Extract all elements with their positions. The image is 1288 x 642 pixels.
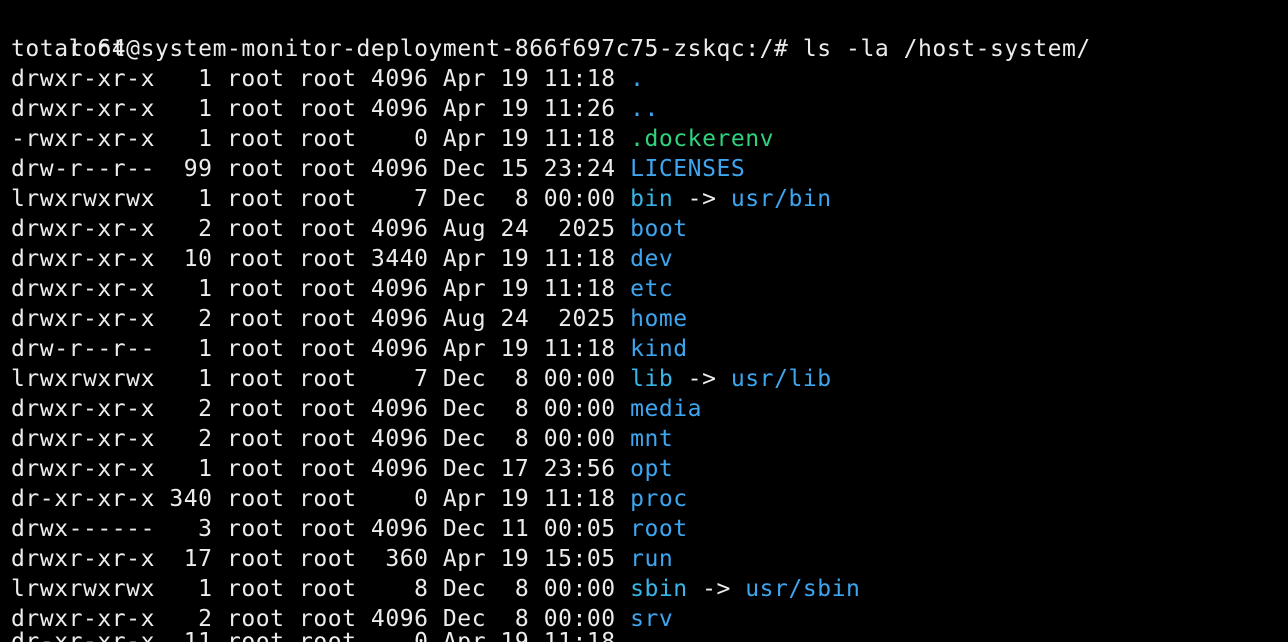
listing-row: lrwxrwxrwx 1 root root 7 Dec 8 00:00 bin… (11, 184, 832, 214)
listing-metadata: drwxr-xr-x 2 root root 4096 Dec 8 00:00 (11, 426, 631, 452)
listing-row: drwxr-xr-x 10 root root 3440 Apr 19 11:1… (11, 244, 673, 274)
listing-row: drwxr-xr-x 2 root root 4096 Aug 24 2025 … (11, 214, 688, 244)
listing-row: drwxr-xr-x 1 root root 4096 Dec 17 23:56… (11, 454, 673, 484)
listing-metadata: -rwxr-xr-x 1 root root 0 Apr 19 11:18 (11, 126, 631, 152)
directory-name: opt (630, 456, 674, 482)
listing-metadata: dr-xr-xr-x 340 root root 0 Apr 19 11:18 (11, 486, 631, 512)
listing-row: drwxr-xr-x 1 root root 4096 Apr 19 11:26… (11, 94, 659, 124)
listing-metadata: drw-r--r-- 99 root root 4096 Dec 15 23:2… (11, 156, 631, 182)
directory-name: LICENSES (630, 156, 746, 182)
listing-metadata: drwxr-xr-x 2 root root 4096 Dec 8 00:00 (11, 396, 631, 422)
listing-row: dr-xr-xr-x 340 root root 0 Apr 19 11:18 … (11, 484, 688, 514)
listing-row: lrwxrwxrwx 1 root root 8 Dec 8 00:00 sbi… (11, 574, 860, 604)
listing-metadata: drw-r--r-- 1 root root 4096 Apr 19 11:18 (11, 336, 631, 362)
listing-row: drwxr-xr-x 2 root root 4096 Dec 8 00:00 … (11, 424, 673, 454)
total-line: total 64 (11, 36, 127, 62)
partial-listing-line: dr-xr-xr-x 11 root root 0 Apr 19 11:18 (11, 629, 631, 642)
symlink-target: usr/lib (730, 366, 832, 392)
directory-name: boot (630, 216, 688, 242)
directory-name: . (630, 66, 645, 92)
directory-name: media (630, 396, 703, 422)
symlink-arrow: -> (673, 366, 731, 392)
listing-row: drwxr-xr-x 2 root root 4096 Aug 24 2025 … (11, 304, 688, 334)
directory-name: .. (630, 96, 659, 122)
directory-name: dev (630, 246, 674, 272)
listing-metadata: drwxr-xr-x 10 root root 3440 Apr 19 11:1… (11, 246, 631, 272)
directory-name: run (630, 546, 674, 572)
directory-name: proc (630, 486, 688, 512)
file-name: .dockerenv (630, 126, 775, 152)
directory-name: home (630, 306, 688, 332)
listing-row: drwxr-xr-x 2 root root 4096 Dec 8 00:00 … (11, 394, 702, 424)
listing-metadata: lrwxrwxrwx 1 root root 7 Dec 8 00:00 (11, 186, 631, 212)
command-text: ls -la /host-system/ (802, 36, 1091, 62)
listing-row: lrwxrwxrwx 1 root root 7 Dec 8 00:00 lib… (11, 364, 832, 394)
shell-prompt: root@system-monitor-deployment-866f697c7… (68, 36, 803, 62)
listing-metadata: drwxr-xr-x 1 root root 4096 Dec 17 23:56 (11, 456, 631, 482)
listing-row: drw-r--r-- 99 root root 4096 Dec 15 23:2… (11, 154, 745, 184)
symlink-name: bin (630, 186, 674, 212)
directory-name: etc (630, 276, 674, 302)
listing-metadata: drwx------ 3 root root 4096 Dec 11 00:05 (11, 516, 631, 542)
listing-metadata: drwxr-xr-x 17 root root 360 Apr 19 15:05 (11, 546, 631, 572)
symlink-arrow: -> (687, 576, 746, 602)
directory-name: kind (630, 336, 688, 362)
command-line: root@system-monitor-deployment-866f697c7… (11, 4, 1091, 62)
listing-metadata: drwxr-xr-x 1 root root 4096 Apr 19 11:18 (11, 66, 631, 92)
listing-row: -rwxr-xr-x 1 root root 0 Apr 19 11:18 .d… (11, 124, 774, 154)
listing-metadata: lrwxrwxrwx 1 root root 7 Dec 8 00:00 (11, 366, 631, 392)
listing-row: drwxr-xr-x 1 root root 4096 Apr 19 11:18… (11, 64, 644, 94)
directory-name: mnt (630, 426, 674, 452)
listing-metadata: lrwxrwxrwx 1 root root 8 Dec 8 00:00 (11, 576, 631, 602)
directory-name: root (630, 516, 688, 542)
listing-row: drwxr-xr-x 1 root root 4096 Apr 19 11:18… (11, 274, 673, 304)
directory-name: srv (630, 606, 674, 632)
listing-row: drwx------ 3 root root 4096 Dec 11 00:05… (11, 514, 688, 544)
symlink-name: lib (630, 366, 674, 392)
listing-metadata: drwxr-xr-x 1 root root 4096 Apr 19 11:26 (11, 96, 631, 122)
symlink-name: sbin (630, 576, 688, 602)
listing-row: drwxr-xr-x 17 root root 360 Apr 19 15:05… (11, 544, 673, 574)
listing-metadata: drwxr-xr-x 1 root root 4096 Apr 19 11:18 (11, 276, 631, 302)
symlink-target: usr/bin (730, 186, 832, 212)
listing-metadata: drwxr-xr-x 2 root root 4096 Aug 24 2025 (11, 216, 631, 242)
symlink-target: usr/sbin (745, 576, 861, 602)
symlink-arrow: -> (673, 186, 731, 212)
terminal-window[interactable]: root@system-monitor-deployment-866f697c7… (0, 0, 1288, 642)
listing-metadata: drwxr-xr-x 2 root root 4096 Aug 24 2025 (11, 306, 631, 332)
listing-row: drw-r--r-- 1 root root 4096 Apr 19 11:18… (11, 334, 688, 364)
